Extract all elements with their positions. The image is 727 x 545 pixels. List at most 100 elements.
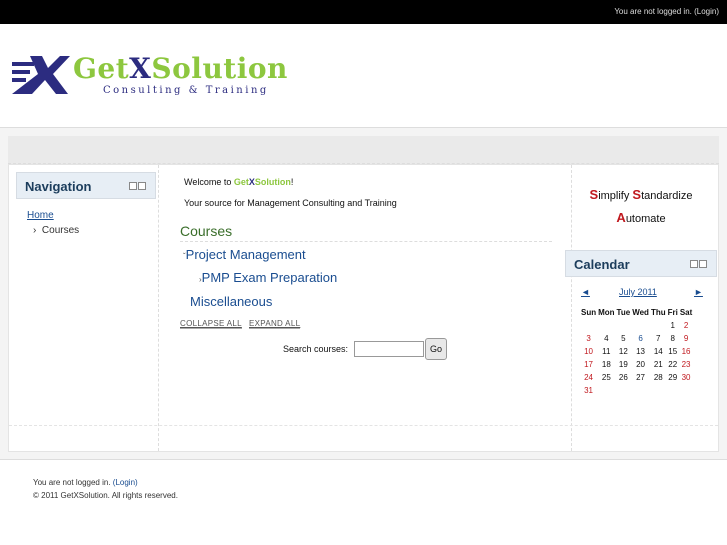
search-go-button[interactable]: Go bbox=[425, 338, 447, 360]
calendar-day bbox=[616, 319, 632, 332]
login-status-text: You are not logged in. bbox=[614, 7, 692, 16]
search-courses-label: Search courses: bbox=[283, 344, 349, 354]
logo-word-get: Get bbox=[73, 52, 130, 85]
calendar-day[interactable]: 2 bbox=[679, 319, 693, 332]
calendar-day[interactable]: 22 bbox=[667, 358, 679, 371]
navigation-block-header: Navigation bbox=[16, 172, 156, 199]
login-info: You are not logged in. (Login) bbox=[614, 7, 719, 16]
calendar-month-link[interactable]: July 2011 bbox=[619, 287, 657, 297]
dock-icon[interactable] bbox=[699, 260, 707, 268]
calendar-day[interactable]: 24 bbox=[580, 371, 597, 384]
calendar-day bbox=[631, 384, 650, 397]
calendar-day[interactable]: 13 bbox=[631, 345, 650, 358]
login-link[interactable]: (Login) bbox=[694, 7, 719, 16]
calendar-day[interactable]: 17 bbox=[580, 358, 597, 371]
block-controls bbox=[129, 182, 147, 191]
calendar-day[interactable]: 8 bbox=[667, 332, 679, 345]
calendar-day[interactable]: 31 bbox=[580, 384, 597, 397]
calendar-day[interactable]: 29 bbox=[667, 371, 679, 384]
calendar-day[interactable]: 28 bbox=[650, 371, 667, 384]
calendar-day[interactable]: 1 bbox=[667, 319, 679, 332]
calendar-day[interactable]: 7 bbox=[650, 332, 667, 345]
navigation-block-title: Navigation bbox=[25, 179, 92, 194]
collapse-all-link[interactable]: COLLAPSE ALL bbox=[180, 319, 242, 329]
minimize-icon[interactable] bbox=[129, 182, 137, 190]
category-pmp-exam-preparation[interactable]: ›PMP Exam Preparation bbox=[199, 270, 337, 285]
calendar-day[interactable]: 19 bbox=[616, 358, 632, 371]
calendar-day[interactable]: 25 bbox=[597, 371, 615, 384]
calendar-days: 1 2 3 4 5 6 7 8 9 10 11 12 13 14 15 16 17 18 19 20 21 22 23 24 2… bbox=[580, 319, 693, 397]
site-subtitle: Your source for Management Consulting an… bbox=[184, 198, 397, 208]
motto-word: implify bbox=[598, 190, 630, 202]
category-label: PMP Exam Preparation bbox=[201, 270, 338, 285]
calendar-weekday-row: Sun Mon Tue Wed Thu Fri Sat bbox=[580, 305, 693, 319]
footer-login-info: You are not logged in. (Login) bbox=[33, 476, 178, 489]
calendar-day[interactable]: 12 bbox=[616, 345, 632, 358]
calendar-day[interactable]: 27 bbox=[631, 371, 650, 384]
calendar-block-header: Calendar bbox=[565, 250, 717, 277]
calendar-day[interactable]: 10 bbox=[580, 345, 597, 358]
left-column bbox=[9, 165, 159, 451]
motto-initial: S bbox=[632, 187, 642, 202]
calendar-day[interactable]: 20 bbox=[631, 358, 650, 371]
motto-word: tandardize bbox=[641, 190, 693, 202]
calendar-day[interactable]: 18 bbox=[597, 358, 615, 371]
footer-login-link[interactable]: (Login) bbox=[113, 478, 138, 487]
logo-word-solution: Solution bbox=[151, 52, 288, 85]
calendar-day[interactable]: 11 bbox=[597, 345, 615, 358]
nav-courses-label: Courses bbox=[41, 225, 80, 236]
calendar-day bbox=[650, 319, 667, 332]
calendar-prev-month-icon[interactable]: ◄ bbox=[581, 287, 590, 297]
category-miscellaneous[interactable]: Miscellaneous bbox=[190, 294, 272, 309]
motto-line-1: Simplify Standardize bbox=[571, 184, 711, 207]
search-courses-input[interactable] bbox=[354, 341, 424, 357]
calendar-week-row: 12 bbox=[580, 319, 693, 332]
motto-initial: A bbox=[616, 210, 626, 225]
calendar-weekday: Fri bbox=[667, 307, 678, 317]
calendar-day[interactable]: 23 bbox=[679, 358, 693, 371]
logo-tagline: Consulting & Training bbox=[103, 85, 269, 96]
calendar-week-row: 10 11 12 13 14 15 16 bbox=[580, 345, 693, 358]
calendar-weekday: Sun bbox=[581, 307, 597, 317]
expand-all-link[interactable]: EXPAND ALL bbox=[249, 319, 301, 329]
calendar-day[interactable]: 4 bbox=[597, 332, 615, 345]
dock-icon[interactable] bbox=[138, 182, 146, 190]
minimize-icon[interactable] bbox=[690, 260, 698, 268]
category-label: Project Management bbox=[185, 247, 306, 262]
calendar-day[interactable]: 3 bbox=[580, 332, 597, 345]
category-project-management[interactable]: ˇProject Management bbox=[183, 247, 306, 262]
block-controls bbox=[690, 260, 708, 269]
calendar-day[interactable]: 30 bbox=[679, 371, 693, 384]
nav-home-link[interactable]: Home bbox=[27, 210, 54, 221]
footer-login-status: You are not logged in. bbox=[33, 478, 111, 487]
calendar-day[interactable]: 5 bbox=[616, 332, 632, 345]
logo-word-x: X bbox=[129, 52, 152, 85]
chevron-right-icon: › bbox=[33, 225, 37, 236]
calendar-day[interactable]: 16 bbox=[679, 345, 693, 358]
motto-line-2: Automate bbox=[571, 207, 711, 230]
calendar-day[interactable]: 21 bbox=[650, 358, 667, 371]
calendar-next-month-icon[interactable]: ► bbox=[694, 287, 703, 297]
navbar-strip bbox=[8, 136, 719, 164]
calendar-day bbox=[580, 319, 597, 332]
welcome-text: Welcome to GetXSolution! bbox=[184, 177, 293, 187]
calendar-week-row: 17 18 19 20 21 22 23 bbox=[580, 358, 693, 371]
logo-wordmark[interactable]: GetXSolution bbox=[73, 52, 288, 85]
nav-item-courses[interactable]: › Courses bbox=[33, 225, 79, 236]
calendar-day[interactable]: 15 bbox=[667, 345, 679, 358]
calendar-day bbox=[597, 319, 615, 332]
page-footer: You are not logged in. (Login) © 2011 Ge… bbox=[33, 476, 178, 502]
calendar-day bbox=[650, 384, 667, 397]
calendar-week-row: 24 25 26 27 28 29 30 bbox=[580, 371, 693, 384]
content-footer-divider bbox=[9, 425, 718, 426]
calendar-day[interactable]: 14 bbox=[650, 345, 667, 358]
welcome-brand-solution: Solution bbox=[254, 177, 291, 187]
site-header: GetXSolution Consulting & Training bbox=[0, 24, 727, 127]
calendar-day[interactable]: 6 bbox=[631, 332, 650, 345]
calendar-day[interactable]: 9 bbox=[679, 332, 693, 345]
calendar-week-row: 31 bbox=[580, 384, 693, 397]
top-bar: You are not logged in. (Login) bbox=[0, 0, 727, 24]
calendar-block-title: Calendar bbox=[574, 257, 630, 272]
calendar-day[interactable]: 26 bbox=[616, 371, 632, 384]
welcome-prefix: Welcome to bbox=[184, 177, 234, 187]
